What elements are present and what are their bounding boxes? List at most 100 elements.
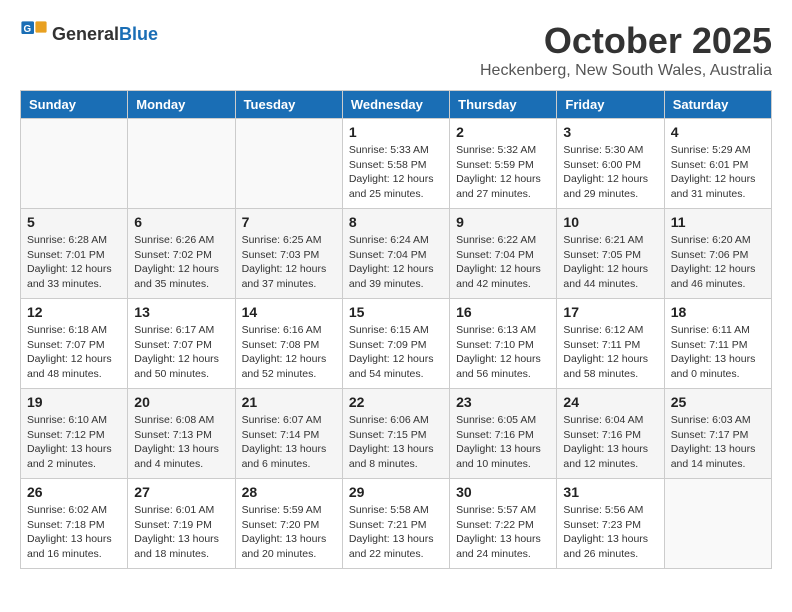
day-info: Sunrise: 6:10 AMSunset: 7:12 PMDaylight:… [27, 413, 121, 472]
day-info: Sunrise: 5:32 AMSunset: 5:59 PMDaylight:… [456, 143, 550, 202]
day-info: Sunrise: 6:07 AMSunset: 7:14 PMDaylight:… [242, 413, 336, 472]
day-info: Sunrise: 6:13 AMSunset: 7:10 PMDaylight:… [456, 323, 550, 382]
day-info: Sunrise: 6:20 AMSunset: 7:06 PMDaylight:… [671, 233, 765, 292]
day-info: Sunrise: 5:30 AMSunset: 6:00 PMDaylight:… [563, 143, 657, 202]
day-info: Sunrise: 6:02 AMSunset: 7:18 PMDaylight:… [27, 503, 121, 562]
weekday-header-saturday: Saturday [664, 91, 771, 119]
day-info: Sunrise: 6:05 AMSunset: 7:16 PMDaylight:… [456, 413, 550, 472]
calendar-cell: 9Sunrise: 6:22 AMSunset: 7:04 PMDaylight… [450, 209, 557, 299]
calendar-cell: 31Sunrise: 5:56 AMSunset: 7:23 PMDayligh… [557, 479, 664, 569]
day-info: Sunrise: 5:59 AMSunset: 7:20 PMDaylight:… [242, 503, 336, 562]
day-number: 29 [349, 484, 443, 500]
calendar-week-row: 12 Sunrise: 6:18 AMSunset: 7:07 PMDayligh… [21, 299, 772, 389]
day-number: 2 [456, 124, 550, 140]
calendar-cell: 17 Sunrise: 6:12 AMSunset: 7:11 PMDayligh… [557, 299, 664, 389]
day-number: 21 [242, 394, 336, 410]
day-info: Sunrise: 6:28 AMSunset: 7:01 PMDaylight:… [27, 233, 121, 292]
calendar-cell: 25 Sunrise: 6:03 AMSunset: 7:17 PMDayligh… [664, 389, 771, 479]
day-number: 19 [27, 394, 121, 410]
day-info: Sunrise: 6:17 AMSunset: 7:07 PMDaylight:… [134, 323, 228, 382]
day-number: 3 [563, 124, 657, 140]
logo-icon: G [20, 20, 48, 48]
day-number: 7 [242, 214, 336, 230]
day-info: Sunrise: 6:06 AMSunset: 7:15 PMDaylight:… [349, 413, 443, 472]
day-info: Sunrise: 6:25 AMSunset: 7:03 PMDaylight:… [242, 233, 336, 292]
day-number: 9 [456, 214, 550, 230]
calendar-cell [664, 479, 771, 569]
day-info: Sunrise: 6:21 AMSunset: 7:05 PMDaylight:… [563, 233, 657, 292]
calendar-cell: 7 Sunrise: 6:25 AMSunset: 7:03 PMDaylight… [235, 209, 342, 299]
weekday-header-friday: Friday [557, 91, 664, 119]
day-number: 6 [134, 214, 228, 230]
day-info: Sunrise: 5:58 AMSunset: 7:21 PMDaylight:… [349, 503, 443, 562]
day-number: 8 [349, 214, 443, 230]
day-number: 13 [134, 304, 228, 320]
calendar-cell [128, 119, 235, 209]
calendar-week-row: 1 Sunrise: 5:33 AMSunset: 5:58 PMDaylight… [21, 119, 772, 209]
calendar-cell: 26Sunrise: 6:02 AMSunset: 7:18 PMDayligh… [21, 479, 128, 569]
day-info: Sunrise: 6:03 AMSunset: 7:17 PMDaylight:… [671, 413, 765, 472]
header: G GeneralBlue October 2025 Heckenberg, N… [20, 20, 772, 80]
logo-general: General [52, 24, 119, 44]
day-number: 4 [671, 124, 765, 140]
day-number: 18 [671, 304, 765, 320]
calendar-cell: 2 Sunrise: 5:32 AMSunset: 5:59 PMDaylight… [450, 119, 557, 209]
day-number: 12 [27, 304, 121, 320]
calendar-cell: 18 Sunrise: 6:11 AMSunset: 7:11 PMDayligh… [664, 299, 771, 389]
day-number: 20 [134, 394, 228, 410]
calendar-cell: 3 Sunrise: 5:30 AMSunset: 6:00 PMDaylight… [557, 119, 664, 209]
day-info: Sunrise: 5:57 AMSunset: 7:22 PMDaylight:… [456, 503, 550, 562]
calendar-cell: 14 Sunrise: 6:16 AMSunset: 7:08 PMDayligh… [235, 299, 342, 389]
weekday-header-monday: Monday [128, 91, 235, 119]
day-info: Sunrise: 5:56 AMSunset: 7:23 PMDaylight:… [563, 503, 657, 562]
day-info: Sunrise: 6:08 AMSunset: 7:13 PMDaylight:… [134, 413, 228, 472]
day-info: Sunrise: 6:01 AMSunset: 7:19 PMDaylight:… [134, 503, 228, 562]
weekday-header-wednesday: Wednesday [342, 91, 449, 119]
day-info: Sunrise: 6:18 AMSunset: 7:07 PMDaylight:… [27, 323, 121, 382]
day-number: 17 [563, 304, 657, 320]
day-info: Sunrise: 5:33 AMSunset: 5:58 PMDaylight:… [349, 143, 443, 202]
calendar-cell [235, 119, 342, 209]
day-number: 16 [456, 304, 550, 320]
calendar-cell: 28Sunrise: 5:59 AMSunset: 7:20 PMDayligh… [235, 479, 342, 569]
calendar-cell: 8 Sunrise: 6:24 AMSunset: 7:04 PMDaylight… [342, 209, 449, 299]
weekday-header-sunday: Sunday [21, 91, 128, 119]
day-number: 25 [671, 394, 765, 410]
calendar-table: SundayMondayTuesdayWednesdayThursdayFrid… [20, 90, 772, 569]
logo: G GeneralBlue [20, 20, 158, 48]
day-number: 22 [349, 394, 443, 410]
day-info: Sunrise: 6:12 AMSunset: 7:11 PMDaylight:… [563, 323, 657, 382]
day-info: Sunrise: 6:11 AMSunset: 7:11 PMDaylight:… [671, 323, 765, 382]
calendar-cell: 23 Sunrise: 6:05 AMSunset: 7:16 PMDayligh… [450, 389, 557, 479]
calendar-cell: 20 Sunrise: 6:08 AMSunset: 7:13 PMDayligh… [128, 389, 235, 479]
day-info: Sunrise: 6:04 AMSunset: 7:16 PMDaylight:… [563, 413, 657, 472]
calendar-week-row: 19 Sunrise: 6:10 AMSunset: 7:12 PMDayligh… [21, 389, 772, 479]
day-number: 11 [671, 214, 765, 230]
day-number: 24 [563, 394, 657, 410]
weekday-header-tuesday: Tuesday [235, 91, 342, 119]
day-number: 15 [349, 304, 443, 320]
calendar-title: October 2025 [480, 20, 772, 62]
calendar-cell: 27Sunrise: 6:01 AMSunset: 7:19 PMDayligh… [128, 479, 235, 569]
calendar-cell: 1 Sunrise: 5:33 AMSunset: 5:58 PMDaylight… [342, 119, 449, 209]
logo-blue: Blue [119, 24, 158, 44]
calendar-cell: 15Sunrise: 6:15 AMSunset: 7:09 PMDayligh… [342, 299, 449, 389]
day-info: Sunrise: 6:16 AMSunset: 7:08 PMDaylight:… [242, 323, 336, 382]
calendar-cell: 16 Sunrise: 6:13 AMSunset: 7:10 PMDayligh… [450, 299, 557, 389]
calendar-cell: 13 Sunrise: 6:17 AMSunset: 7:07 PMDayligh… [128, 299, 235, 389]
day-number: 1 [349, 124, 443, 140]
calendar-cell: 22 Sunrise: 6:06 AMSunset: 7:15 PMDayligh… [342, 389, 449, 479]
calendar-week-row: 5 Sunrise: 6:28 AMSunset: 7:01 PMDaylight… [21, 209, 772, 299]
weekday-header-row: SundayMondayTuesdayWednesdayThursdayFrid… [21, 91, 772, 119]
weekday-header-thursday: Thursday [450, 91, 557, 119]
day-number: 23 [456, 394, 550, 410]
calendar-cell: 21 Sunrise: 6:07 AMSunset: 7:14 PMDayligh… [235, 389, 342, 479]
day-number: 10 [563, 214, 657, 230]
calendar-cell: 11 Sunrise: 6:20 AMSunset: 7:06 PMDayligh… [664, 209, 771, 299]
day-info: Sunrise: 6:24 AMSunset: 7:04 PMDaylight:… [349, 233, 443, 292]
calendar-cell: 12 Sunrise: 6:18 AMSunset: 7:07 PMDayligh… [21, 299, 128, 389]
day-number: 5 [27, 214, 121, 230]
day-number: 30 [456, 484, 550, 500]
calendar-subtitle: Heckenberg, New South Wales, Australia [480, 62, 772, 80]
day-number: 14 [242, 304, 336, 320]
